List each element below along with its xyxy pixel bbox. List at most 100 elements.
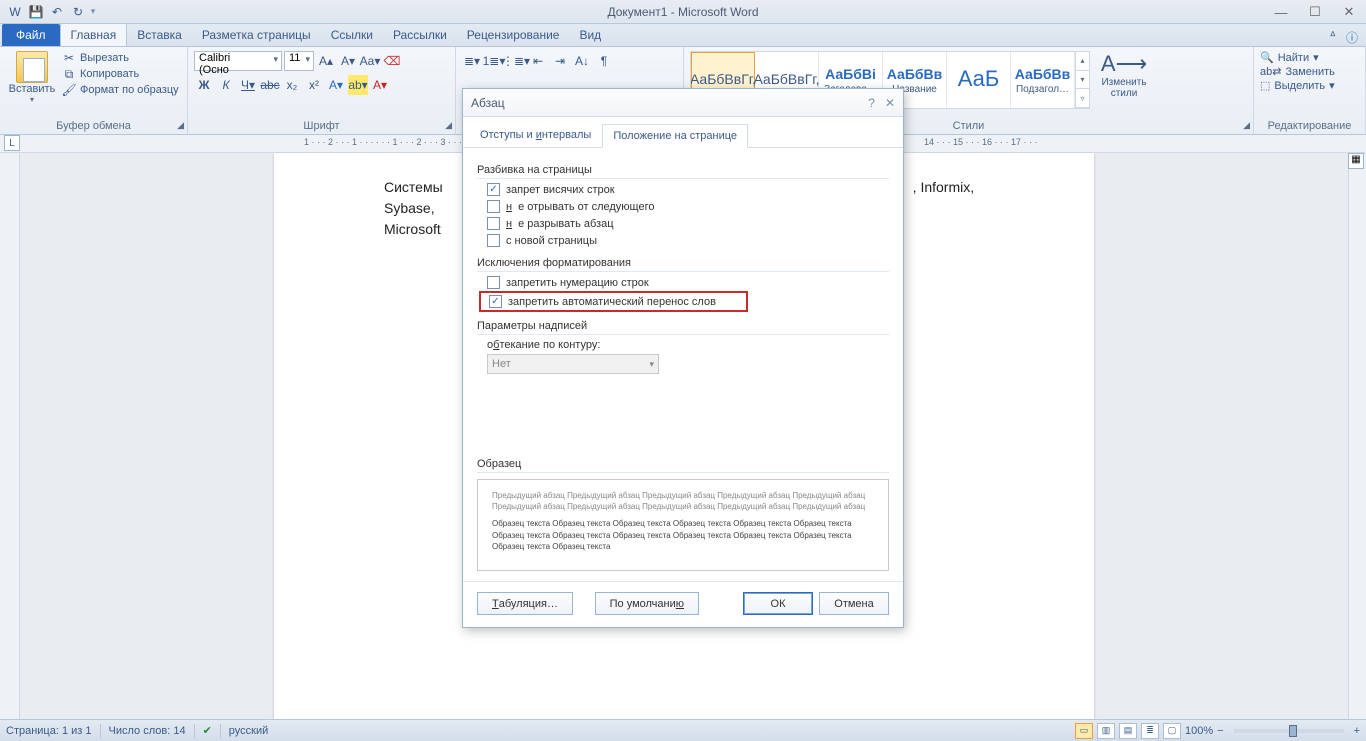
indent-inc-icon[interactable]: ⇥ [550,51,570,71]
indent-dec-icon[interactable]: ⇤ [528,51,548,71]
vertical-scrollbar[interactable]: ▦ [1348,153,1366,719]
ruler-toggle-icon[interactable]: ▦ [1348,153,1364,169]
subscript-button[interactable]: x₂ [282,75,302,95]
styles-spinner[interactable]: ▴▾▿ [1075,52,1089,108]
shrink-font-icon[interactable]: A▾ [338,51,358,71]
undo-icon[interactable]: ↶ [48,3,66,21]
tight-wrap-combo: Нет [487,354,659,374]
checkbox-widow-control[interactable]: запрет висячих строк [477,183,889,196]
status-word-count[interactable]: Число слов: 14 [109,725,186,737]
format-painter-button[interactable]: 🖌Формат по образцу [62,83,179,97]
bold-button[interactable]: Ж [194,75,214,95]
zoom-out-button[interactable]: − [1217,725,1223,737]
zoom-in-button[interactable]: + [1354,725,1360,737]
replace-button[interactable]: ab⇄Заменить [1260,65,1359,78]
ribbon-help: ᐞ ⓘ [1329,29,1358,46]
view-read-icon[interactable]: ▥ [1097,723,1115,739]
bullets-icon[interactable]: ≣▾ [462,51,482,71]
tab-mailings[interactable]: Рассылки [383,24,457,46]
maximize-button[interactable]: ☐ [1298,0,1332,24]
grow-font-icon[interactable]: A▴ [316,51,336,71]
view-outline-icon[interactable]: ≣ [1141,723,1159,739]
tabs-button[interactable]: Табуляция… [477,592,573,615]
checkbox-suppress-line-numbers[interactable]: запретить нумерацию строк [477,276,889,289]
text-effects-icon[interactable]: A▾ [326,75,346,95]
font-launcher-icon[interactable]: ◢ [445,120,452,131]
underline-button[interactable]: Ч▾ [238,75,258,95]
wrap-label: обтекание по контуру: [477,339,889,351]
font-name-combo[interactable]: Calibri (Осно [194,51,282,71]
copy-button[interactable]: ⧉Копировать [62,67,179,81]
minimize-ribbon-icon[interactable]: ᐞ [1329,29,1336,46]
tab-page-layout[interactable]: Разметка страницы [192,24,321,46]
checkbox-icon [487,234,500,247]
superscript-button[interactable]: x² [304,75,324,95]
checkbox-icon [487,276,500,289]
find-button[interactable]: 🔍Найти ▾ [1260,51,1359,64]
ok-button[interactable]: ОК [743,592,813,615]
zoom-slider[interactable] [1234,729,1344,733]
tab-file[interactable]: Файл [2,24,60,46]
highlight-icon[interactable]: ab▾ [348,75,368,95]
ribbon-tabs: Файл Главная Вставка Разметка страницы С… [0,24,1366,47]
cancel-button[interactable]: Отмена [819,592,889,615]
dialog-close-icon[interactable]: ✕ [885,96,895,110]
font-color-icon[interactable]: A▾ [370,75,390,95]
word-icon[interactable]: W [6,3,24,21]
spell-check-icon[interactable]: ✔ [203,724,212,737]
change-case-icon[interactable]: Aa▾ [360,51,380,71]
font-size-combo[interactable]: 11 [284,51,314,71]
vertical-ruler[interactable] [0,153,20,719]
close-button[interactable]: ✕ [1332,0,1366,24]
status-page[interactable]: Страница: 1 из 1 [6,725,92,737]
italic-button[interactable]: К [216,75,236,95]
default-button[interactable]: По умолчанию [595,592,699,615]
checkbox-keep-with-next[interactable]: не отрывать от следующего [477,200,889,213]
tab-line-page-breaks[interactable]: Положение на странице [602,124,748,148]
clipboard-launcher-icon[interactable]: ◢ [177,120,184,131]
tab-selector[interactable]: L [4,135,20,151]
status-bar: Страница: 1 из 1 Число слов: 14 ✔ русски… [0,719,1366,741]
strike-button[interactable]: abc [260,75,280,95]
tab-references[interactable]: Ссылки [321,24,383,46]
view-draft-icon[interactable]: ▢ [1163,723,1181,739]
tab-indents-spacing[interactable]: Отступы и интервалы [469,123,602,147]
dialog-titlebar[interactable]: Абзац ? ✕ [463,89,903,117]
dialog-buttons: Табуляция… По умолчанию ОК Отмена [463,581,903,627]
style-heading-big[interactable]: АаБ [947,52,1011,108]
cut-button[interactable]: ✂Вырезать [62,51,179,65]
checkbox-no-hyphenation-label[interactable]: запретить автоматический перенос слов [508,296,716,308]
minimize-button[interactable]: — [1264,0,1298,24]
style-subtitle[interactable]: АаБбВвПодзагол… [1011,52,1075,108]
view-web-icon[interactable]: ▤ [1119,723,1137,739]
tab-view[interactable]: Вид [569,24,611,46]
select-button[interactable]: ⬚Выделить ▾ [1260,79,1359,92]
status-language[interactable]: русский [229,725,268,737]
show-marks-icon[interactable]: ¶ [594,51,614,71]
multilevel-icon[interactable]: ⋮≣▾ [506,51,526,71]
paste-button[interactable]: Вставить ▾ [6,51,58,104]
checkbox-icon [487,200,500,213]
clear-format-icon[interactable]: ⌫ [382,51,402,71]
change-styles-button[interactable]: A⟶ Изменить стили [1096,51,1152,109]
tab-review[interactable]: Рецензирование [457,24,570,46]
checkbox-keep-lines-together[interactable]: не разрывать абзац [477,217,889,230]
checkbox-icon[interactable] [489,295,502,308]
help-icon[interactable]: ⓘ [1346,29,1358,46]
change-styles-icon: A⟶ [1101,51,1147,77]
preview-box: Предыдущий абзац Предыдущий абзац Предыд… [477,479,889,571]
zoom-level[interactable]: 100% [1185,725,1213,737]
group-title-editing: Редактирование [1254,120,1365,132]
tab-insert[interactable]: Вставка [127,24,192,46]
styles-launcher-icon[interactable]: ◢ [1243,120,1250,131]
view-print-icon[interactable]: ▭ [1075,723,1093,739]
save-icon[interactable]: 💾 [27,3,45,21]
sort-icon[interactable]: A↓ [572,51,592,71]
dialog-body: Разбивка на страницы запрет висячих стро… [463,148,903,581]
checkbox-page-break-before[interactable]: с новой страницы [477,234,889,247]
redo-icon[interactable]: ↻ [69,3,87,21]
dialog-help-icon[interactable]: ? [868,96,875,110]
replace-icon: ab⇄ [1260,65,1281,78]
qat-dropdown-icon[interactable]: ▾ [90,6,96,17]
tab-home[interactable]: Главная [60,23,128,46]
